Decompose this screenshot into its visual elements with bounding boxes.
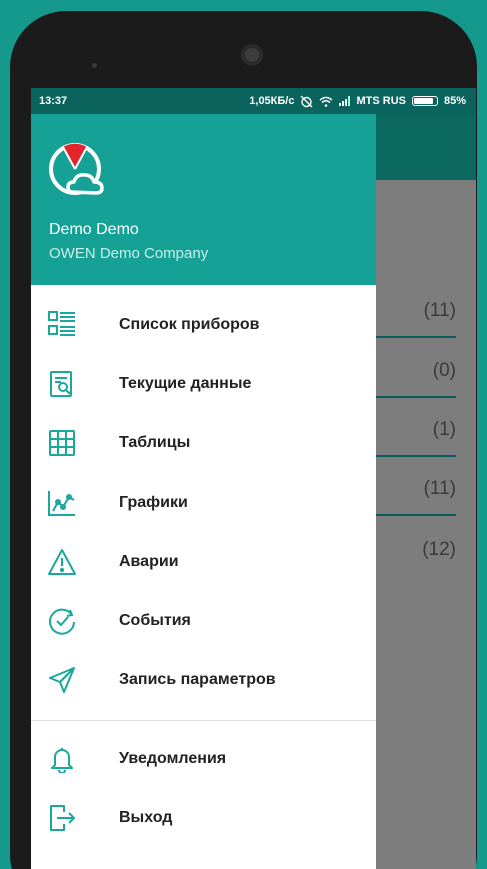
clock-check-icon [47,606,77,636]
menu-item-notifications[interactable]: Уведомления [31,729,376,788]
item-count: (11) [423,300,456,321]
device-list-icon [47,310,77,340]
owen-cloud-logo-icon [48,142,110,200]
menu-label: Графики [119,493,188,511]
user-name: Demo Demo [49,221,139,238]
list-item[interactable]: (1) [366,399,456,457]
carrier-name: MTS RUS [356,95,406,107]
menu-label: Запись параметров [119,671,276,689]
menu-label: Аварии [119,552,179,570]
alarm-off-icon [300,95,313,108]
menu-item-charts[interactable]: Графики [31,473,376,532]
user-company: OWEN Demo Company [49,245,209,262]
status-time: 13:37 [39,95,68,107]
list-item[interactable]: (0) [366,340,456,398]
network-speed: 1,05КБ/с [249,95,295,107]
list-item[interactable]: (11) [366,458,456,516]
menu-label: Текущие данные [119,374,252,392]
menu-item-write-params[interactable]: Запись параметров [31,651,376,710]
chart-icon [47,488,77,518]
navigation-drawer: Demo Demo OWEN Demo Company Список прибо… [31,114,376,869]
signal-icon [339,96,351,106]
drawer-menu: Список приборов Текущие данные Таблицы Г… [31,285,376,848]
list-item[interactable]: (12) [366,517,456,575]
menu-divider [31,720,376,722]
status-bar: 13:37 1,05КБ/с MTS RUS 85% [31,88,476,114]
menu-label: Таблицы [119,434,191,452]
menu-item-current-data[interactable]: Текущие данные [31,354,376,413]
list-item[interactable]: (11) [366,280,456,338]
current-data-icon [47,369,77,399]
logout-icon [47,803,77,833]
send-icon [47,665,77,695]
menu-item-logout[interactable]: Выход [31,788,376,847]
menu-label: Уведомления [119,749,227,767]
bell-icon [47,744,77,774]
warning-icon [47,547,77,577]
menu-label: Список приборов [119,315,260,333]
table-icon [47,428,77,458]
speaker [92,63,97,68]
front-camera [241,44,263,66]
drawer-header: Demo Demo OWEN Demo Company [31,114,376,285]
screen: (11) (0) (1) (11) (12) 13:37 1,05КБ/с MT… [31,88,476,869]
item-count: (1) [432,419,456,440]
menu-label: Выход [119,809,173,827]
menu-item-device-list[interactable]: Список приборов [31,295,376,354]
wifi-icon [319,96,333,107]
menu-item-tables[interactable]: Таблицы [31,414,376,473]
menu-item-events[interactable]: События [31,591,376,650]
menu-item-alarms[interactable]: Аварии [31,532,376,591]
item-count: (11) [423,478,456,499]
menu-label: События [119,612,191,630]
item-count: (12) [422,539,456,560]
item-count: (0) [432,360,456,381]
battery-level: 85% [443,95,466,107]
battery-icon [411,96,438,106]
